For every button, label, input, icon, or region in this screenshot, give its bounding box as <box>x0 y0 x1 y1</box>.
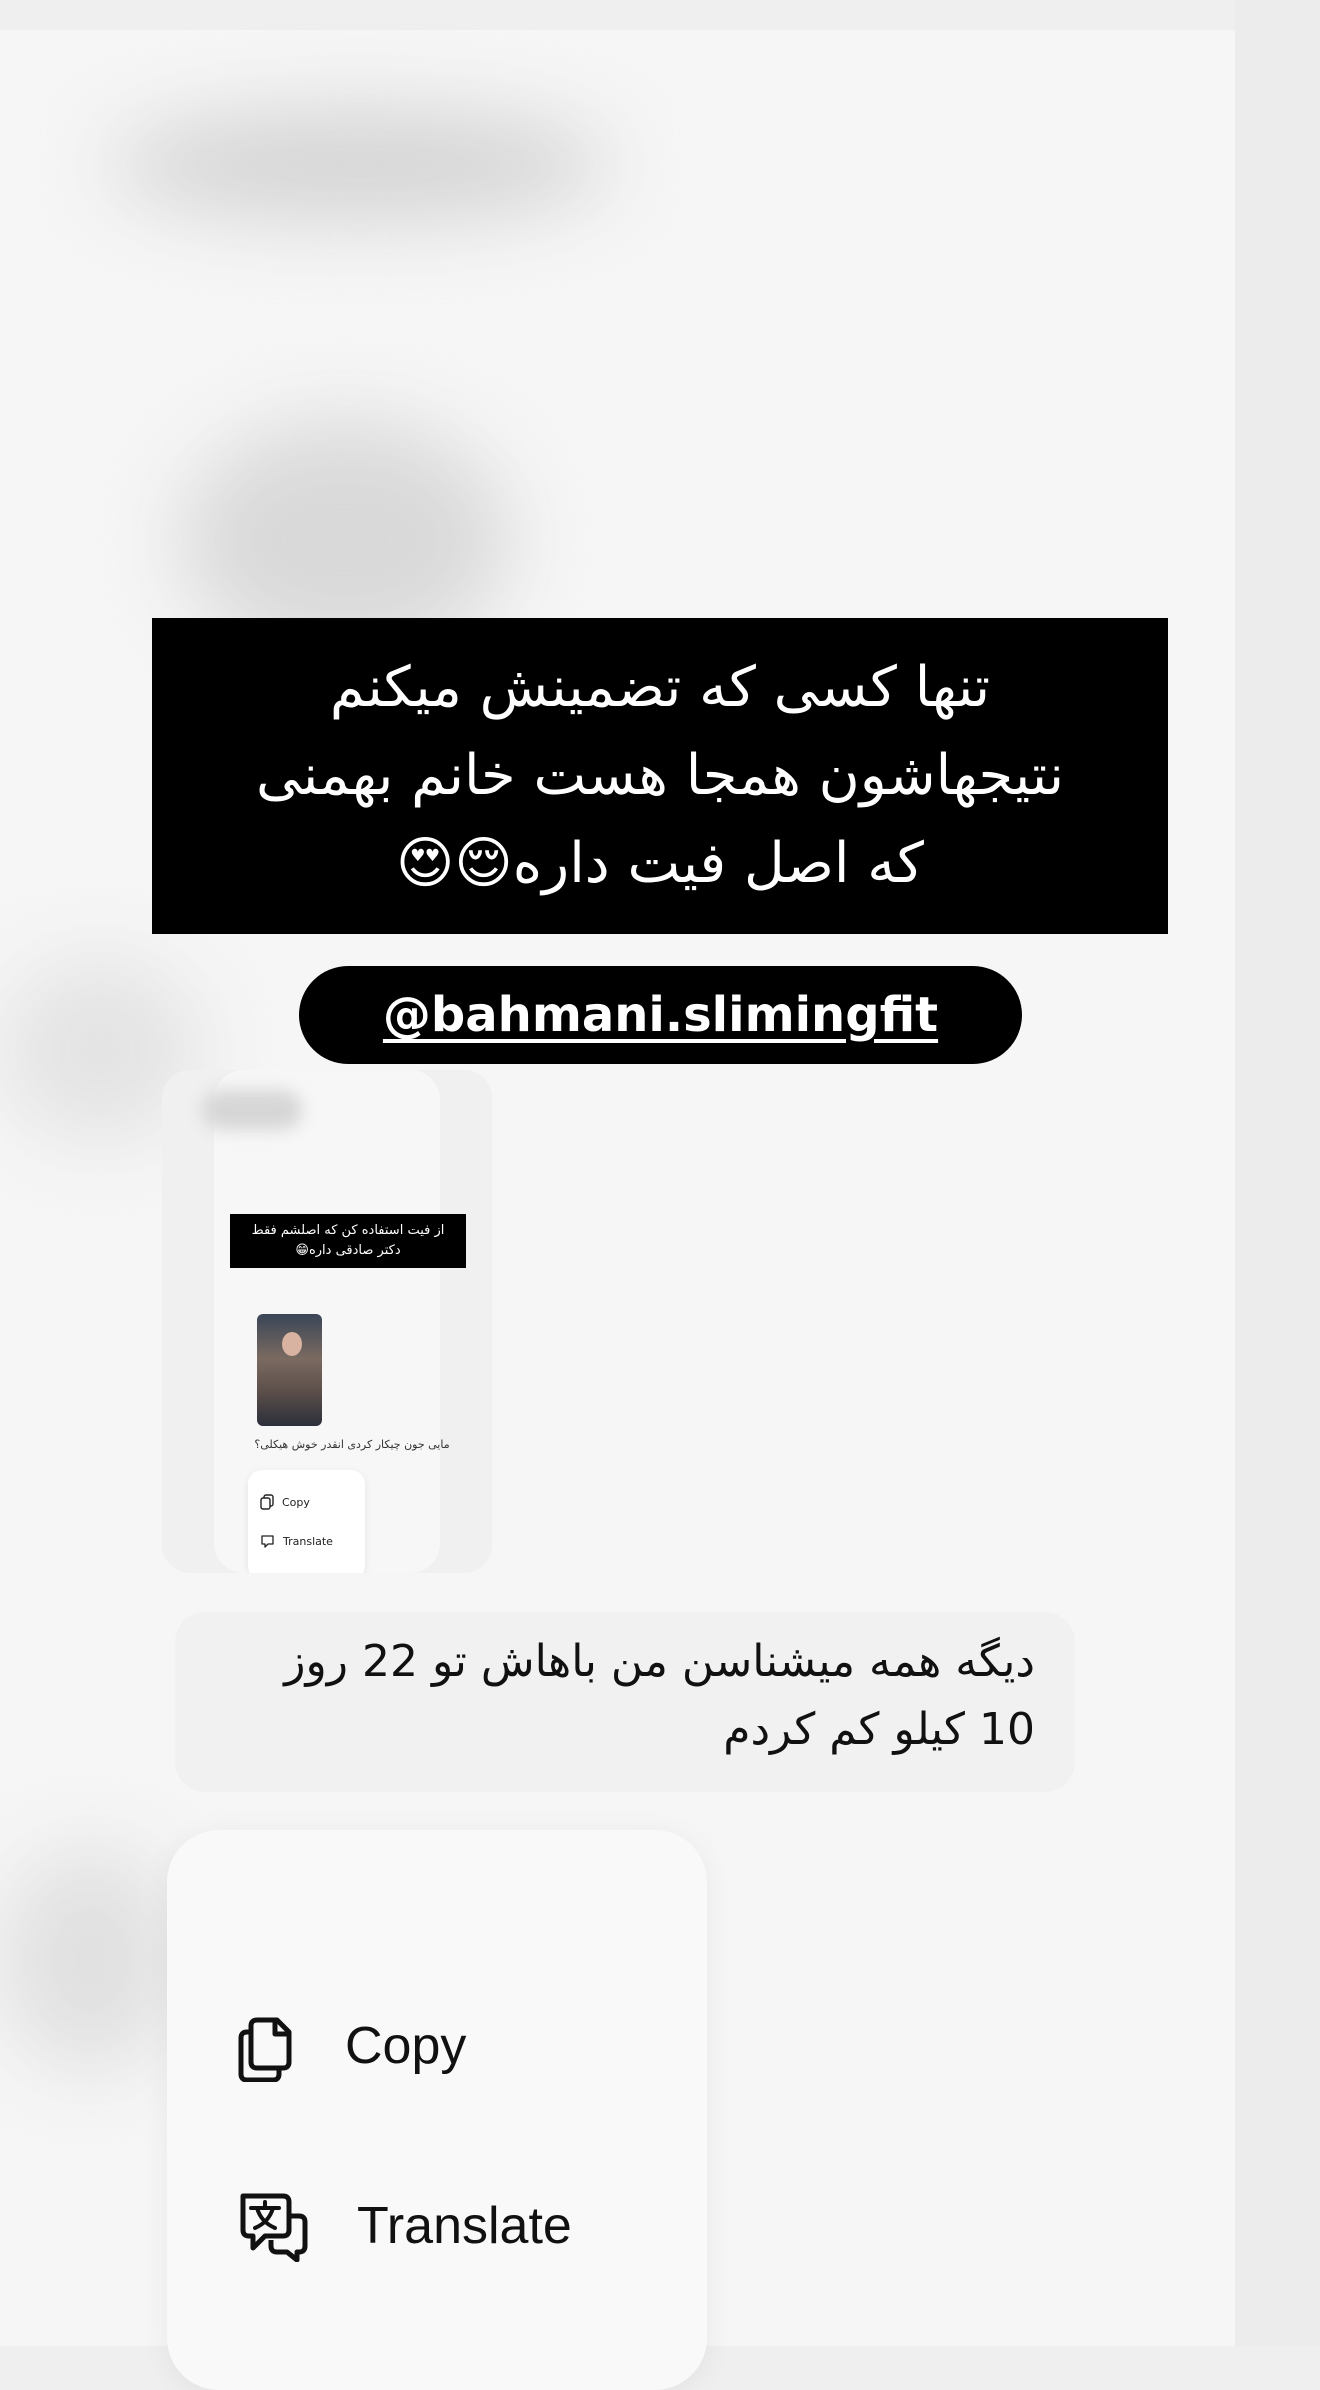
thumbnail-copy-item: Copy <box>260 1494 310 1510</box>
thumbnail-translate-item: Translate <box>260 1534 333 1549</box>
message-text: دیگه همه میشناسن من باهاش تو 22 روز 10 ک… <box>205 1628 1035 1764</box>
thumbnail-reply: مایی جون چیکار کردی انقدر خوش هیکلی؟ <box>254 1438 450 1451</box>
thumbnail-translate-label: Translate <box>283 1535 333 1548</box>
thumbnail-context-menu: Copy Translate <box>248 1470 365 1573</box>
story-thumbnail: از فیت استفاده کن که اصلشم فقط دکتر صادق… <box>162 1070 492 1573</box>
caption-line: تنها کسی که تضمینش میکنم <box>329 655 991 720</box>
thumbnail-face <box>282 1332 302 1356</box>
blurred-content <box>0 1850 180 2070</box>
copy-label: Copy <box>345 2017 467 2075</box>
mention-text[interactable]: @bahmani.slimingfit <box>383 987 938 1043</box>
copy-icon <box>237 2010 297 2082</box>
translate-icon <box>261 1535 274 1548</box>
caption-line: نتیجهاشون همجا هست خانم بهمنی <box>255 743 1065 808</box>
thumbnail-caption-line: دکتر صادقی داره😁 <box>295 1243 401 1258</box>
thumbnail-caption-line: از فیت استفاده کن که اصلشم فقط <box>251 1223 445 1238</box>
copy-menu-item[interactable]: Copy <box>237 2010 466 2082</box>
message-line: دیگه همه میشناسن من باهاش تو 22 روز <box>284 1636 1035 1687</box>
message-line: 10 کیلو کم کردم <box>723 1704 1035 1755</box>
thumbnail-photo <box>257 1314 322 1426</box>
context-menu: Copy Translate <box>167 1830 707 2390</box>
thumbnail-copy-label: Copy <box>282 1495 310 1509</box>
mention-sticker[interactable]: @bahmani.slimingfit <box>299 966 1022 1064</box>
blurred-content <box>110 110 610 220</box>
blurred-content <box>202 1090 302 1130</box>
translate-label: Translate <box>357 2197 572 2255</box>
translate-menu-item[interactable]: Translate <box>237 2190 572 2262</box>
copy-icon <box>260 1494 274 1510</box>
translate-icon <box>237 2190 309 2262</box>
caption-line: که اصل فیت داره😌😍 <box>396 831 924 896</box>
story-caption: تنها کسی که تضمینش میکنم نتیجهاشون همجا … <box>152 618 1168 934</box>
side-strip <box>1235 0 1320 2346</box>
thumbnail-caption: از فیت استفاده کن که اصلشم فقط دکتر صادق… <box>230 1214 466 1268</box>
